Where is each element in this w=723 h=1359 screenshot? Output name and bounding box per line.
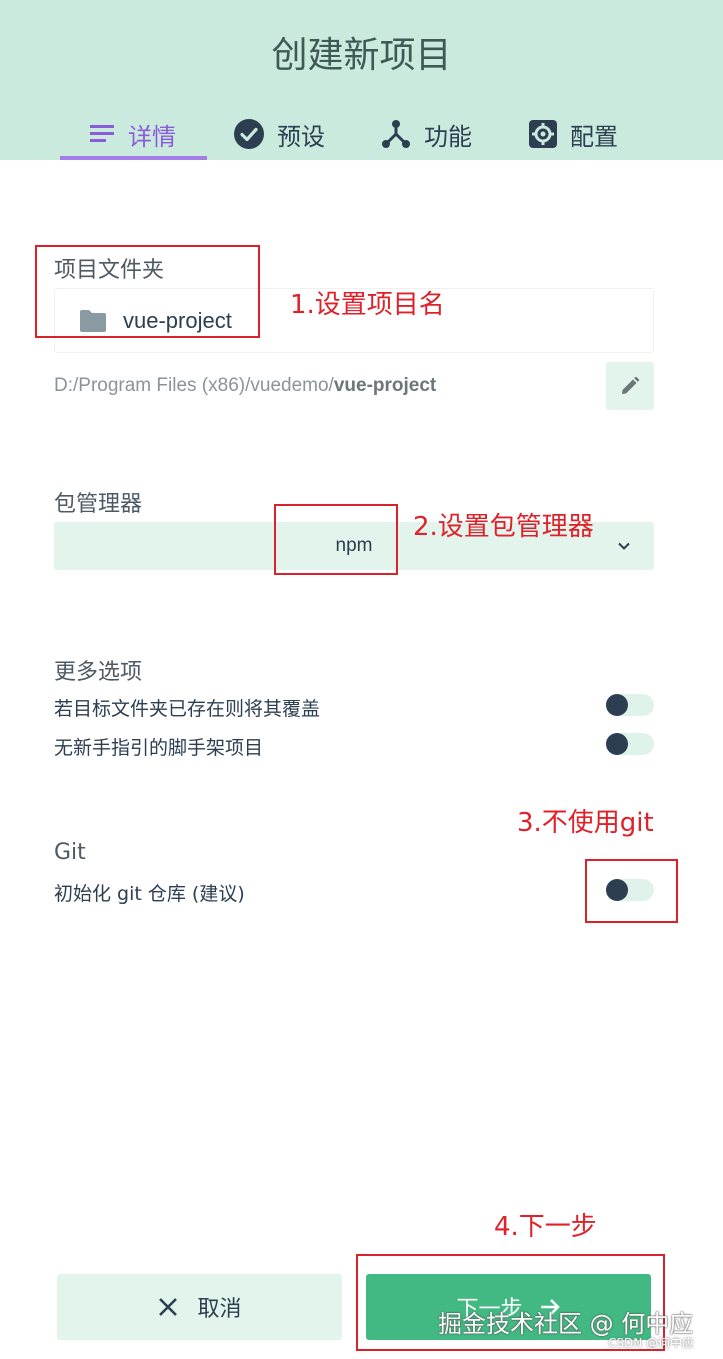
pencil-icon xyxy=(622,376,640,394)
path-prefix: D:/Program Files (x86)/vuedemo/ xyxy=(54,375,334,396)
package-manager-label: 包管理器 xyxy=(54,492,143,517)
tab-config[interactable]: 配置 xyxy=(528,108,618,160)
tab-label: 配置 xyxy=(570,122,618,151)
overwrite-option-label: 若目标文件夹已存在则将其覆盖 xyxy=(54,698,321,720)
toggle-knob xyxy=(606,733,628,755)
watermark-small: CSDN @何中应 xyxy=(608,1336,695,1350)
chevron-down-icon xyxy=(618,542,630,550)
active-tab-indicator xyxy=(60,156,207,160)
tab-label: 详情 xyxy=(128,122,176,151)
header: 创建新项目 详情 预设 功能 配置 xyxy=(0,0,723,160)
tab-label: 功能 xyxy=(424,122,472,151)
tab-details[interactable]: 详情 xyxy=(88,108,176,160)
tab-presets[interactable]: 预设 xyxy=(233,108,325,160)
list-icon xyxy=(90,125,114,142)
project-path: D:/Program Files (x86)/vuedemo/vue-proje… xyxy=(54,375,436,397)
cancel-label: 取消 xyxy=(197,1297,242,1322)
no-guide-toggle[interactable] xyxy=(606,733,654,755)
path-project-name: vue-project xyxy=(333,375,437,396)
page-title: 创建新项目 xyxy=(271,35,452,76)
git-init-label: 初始化 git 仓库 (建议) xyxy=(54,883,245,905)
annotation-box-package-manager xyxy=(274,504,398,575)
close-icon xyxy=(159,1298,178,1316)
check-circle-icon xyxy=(234,119,264,149)
overwrite-toggle[interactable] xyxy=(606,694,654,716)
annotation-box-git xyxy=(585,859,678,923)
annotation-step4: 4.下一步 xyxy=(494,1212,597,1242)
git-section-label: Git xyxy=(54,840,86,865)
tab-label: 预设 xyxy=(277,122,325,151)
annotation-step2: 2.设置包管理器 xyxy=(413,512,594,542)
more-options-label: 更多选项 xyxy=(54,660,143,685)
tab-features[interactable]: 功能 xyxy=(380,108,472,160)
cancel-button[interactable]: 取消 xyxy=(57,1274,342,1340)
gear-icon xyxy=(529,120,557,148)
no-guide-option-label: 无新手指引的脚手架项目 xyxy=(54,737,264,759)
annotation-box-folder xyxy=(35,245,260,338)
fork-icon xyxy=(382,120,410,148)
annotation-step1: 1.设置项目名 xyxy=(290,290,445,320)
toggle-knob xyxy=(606,694,628,716)
annotation-step3: 3.不使用git xyxy=(517,808,654,838)
edit-path-button[interactable] xyxy=(606,362,654,410)
